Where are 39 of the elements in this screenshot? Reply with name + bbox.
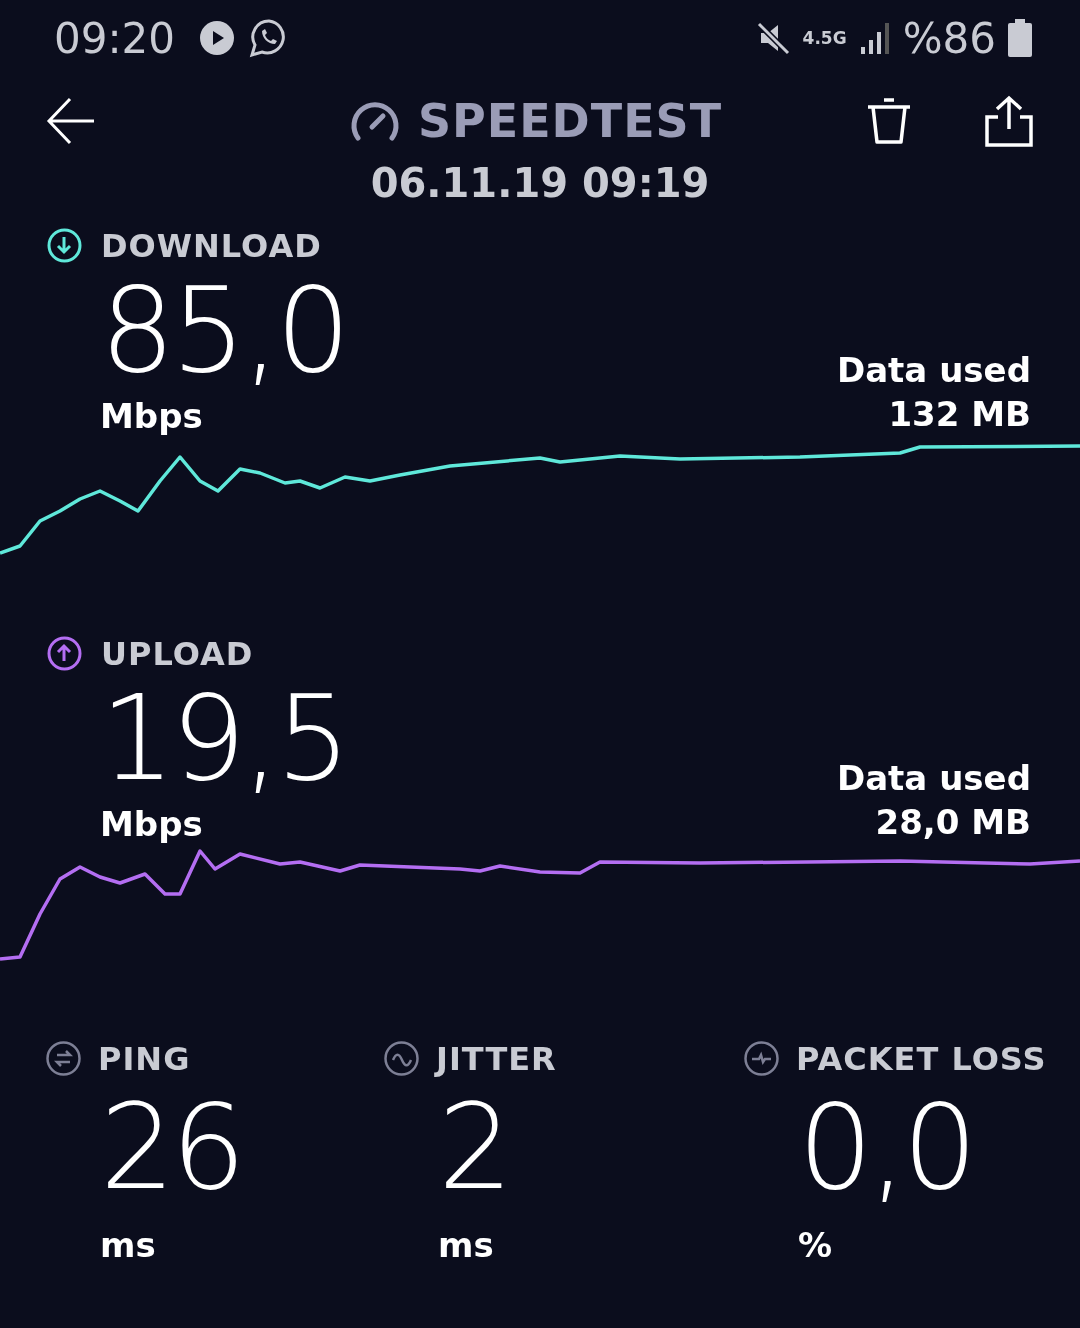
- back-button[interactable]: [46, 96, 96, 146]
- share-icon: [984, 95, 1034, 147]
- metric-unit: ms: [437, 1225, 494, 1265]
- data-used-value: 28,0 MB: [875, 801, 1031, 844]
- back-arrow-icon: [46, 96, 96, 146]
- download-icon: [47, 228, 83, 264]
- trash-icon: [866, 97, 912, 145]
- test-label: DOWNLOAD: [101, 227, 322, 265]
- speed-value: 85,0: [100, 270, 347, 390]
- speedometer-icon: [349, 100, 400, 142]
- speed-unit: Mbps: [100, 396, 204, 436]
- app-title: SPEEDTEST: [417, 94, 723, 148]
- upload-icon: [47, 636, 83, 672]
- test-label: UPLOAD: [101, 635, 254, 673]
- speed-unit: Mbps: [100, 804, 204, 844]
- test-date: 06.11.19 09:19: [370, 160, 710, 206]
- metric-value: 0,0: [797, 1087, 974, 1207]
- data-used-label: Data used: [836, 757, 1031, 800]
- battery-level: %86: [902, 13, 996, 63]
- metric-label: JITTER: [436, 1040, 557, 1078]
- battery-icon: [1008, 19, 1032, 57]
- metric-unit: ms: [99, 1225, 156, 1265]
- packet-loss-icon: [744, 1041, 780, 1077]
- signal-icon: [858, 21, 891, 55]
- share-button[interactable]: [984, 95, 1034, 147]
- ping-icon: [46, 1041, 82, 1077]
- metric-unit: %: [797, 1225, 833, 1265]
- network-label: 4.5G: [802, 29, 847, 47]
- jitter-icon: [384, 1041, 420, 1077]
- play-icon: [199, 20, 236, 56]
- metric-value: 2: [437, 1087, 510, 1207]
- metric-label: PACKET LOSS: [796, 1040, 1047, 1078]
- data-used-value: 132 MB: [888, 393, 1031, 436]
- delete-button[interactable]: [866, 97, 912, 145]
- data-used-label: Data used: [836, 349, 1031, 392]
- clock: 09:20: [54, 13, 176, 63]
- metric-value: 26: [99, 1087, 243, 1207]
- metric-label: PING: [98, 1040, 191, 1078]
- speed-value: 19,5: [100, 678, 347, 798]
